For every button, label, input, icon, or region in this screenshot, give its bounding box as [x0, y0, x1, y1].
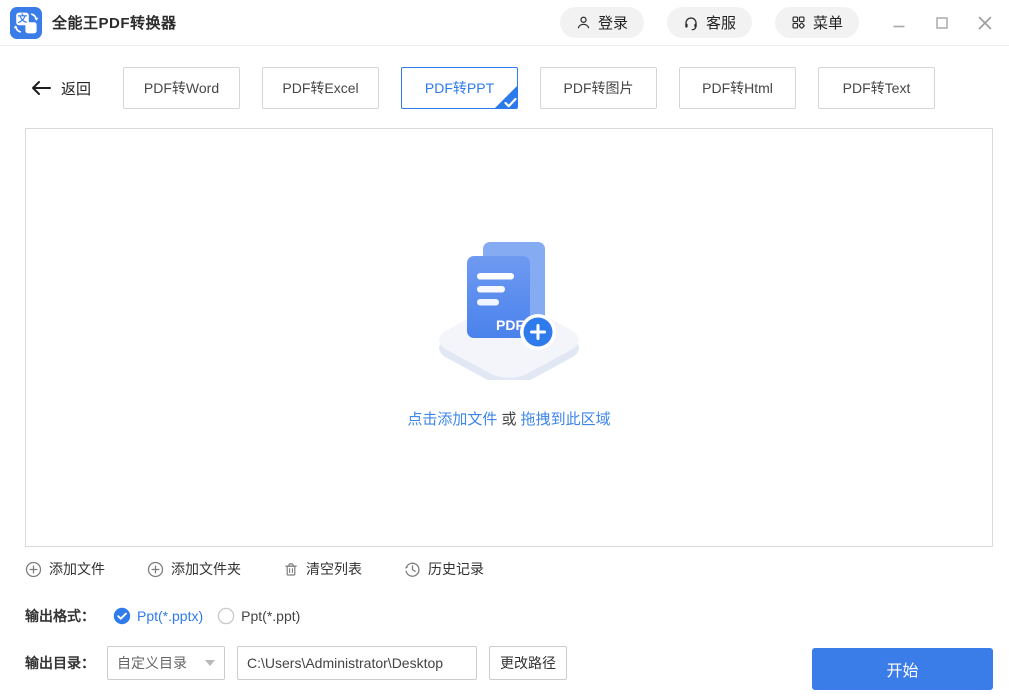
tab-label: PDF转Html — [702, 80, 773, 96]
radio-checked-icon — [113, 607, 131, 625]
title-bar: 文 全能王PDF转换器 登录 客服 菜单 — [0, 0, 1009, 46]
directory-type-value: 自定义目录 — [117, 655, 187, 671]
tab-label: PDF转图片 — [563, 80, 634, 96]
titlebar-actions: 登录 客服 菜单 — [559, 7, 859, 38]
support-label: 客服 — [705, 15, 736, 32]
tab-pdf-to-text[interactable]: PDF转Text — [818, 67, 936, 109]
output-format-row: 输出格式： Ppt(*.pptx) Ppt(*.ppt) — [25, 604, 300, 628]
conversion-tabs: PDF转Word PDF转Excel PDF转PPT PDF转图片 PDF转Ht… — [123, 67, 936, 109]
headset-icon — [685, 16, 697, 30]
tab-label: PDF转PPT — [424, 80, 495, 96]
conversion-nav: 返回 PDF转Word PDF转Excel PDF转PPT PDF转图片 PDF… — [30, 67, 1009, 109]
tab-label: PDF转Word — [143, 80, 220, 96]
history-label: 历史记录 — [428, 561, 484, 577]
or-text: 或 — [497, 411, 521, 428]
back-label: 返回 — [61, 80, 92, 98]
format-option-pptx[interactable]: Ppt(*.pptx) — [113, 607, 203, 625]
history-button[interactable]: 历史记录 — [404, 559, 484, 579]
output-path-input[interactable] — [237, 646, 477, 680]
tab-pdf-to-ppt[interactable]: PDF转PPT — [401, 67, 519, 109]
clear-list-label: 清空列表 — [306, 561, 362, 577]
file-list-toolbar: 添加文件 添加文件夹 清空列表 历史记录 — [25, 559, 484, 579]
tab-label: PDF转Text — [842, 80, 911, 96]
output-directory-label: 输出目录： — [25, 655, 95, 671]
selected-checkmark-icon — [495, 86, 518, 108]
drop-zone-hint[interactable]: 点击添加文件 或 拖拽到此区域 — [407, 408, 610, 429]
drag-here-text: 拖拽到此区域 — [520, 411, 611, 428]
radio-unchecked-icon — [217, 607, 235, 625]
start-button[interactable]: 开始 — [812, 648, 993, 690]
ppt-option-label: Ppt(*.ppt) — [241, 608, 301, 624]
add-folder-button[interactable]: 添加文件夹 — [147, 559, 241, 579]
history-clock-icon — [405, 562, 420, 577]
window-controls — [891, 15, 993, 31]
output-format-label: 输出格式： — [25, 608, 95, 624]
support-button[interactable]: 客服 — [666, 7, 752, 38]
directory-type-select[interactable]: 自定义目录 — [107, 646, 225, 680]
add-file-button[interactable]: 添加文件 — [25, 559, 105, 579]
chevron-down-icon — [205, 660, 215, 666]
login-button[interactable]: 登录 — [559, 7, 644, 38]
change-path-label: 更改路径 — [500, 655, 556, 671]
tab-label: PDF转Excel — [282, 80, 359, 96]
plus-circle-icon — [147, 561, 164, 577]
pptx-option-label: Ppt(*.pptx) — [137, 608, 204, 624]
grid-menu-icon — [792, 16, 805, 29]
plus-circle-icon — [25, 561, 42, 577]
format-option-ppt[interactable]: Ppt(*.ppt) — [217, 607, 300, 625]
click-add-files-link[interactable]: 点击添加文件 — [407, 411, 497, 428]
menu-button[interactable]: 菜单 — [774, 7, 859, 38]
tab-pdf-to-html[interactable]: PDF转Html — [679, 67, 797, 109]
change-path-button[interactable]: 更改路径 — [489, 646, 567, 680]
maximize-button[interactable] — [934, 15, 950, 31]
output-directory-row: 输出目录： 自定义目录 更改路径 — [25, 646, 567, 680]
login-label: 登录 — [597, 15, 628, 32]
user-icon — [577, 16, 590, 29]
tab-pdf-to-image[interactable]: PDF转图片 — [540, 67, 658, 109]
file-drop-zone[interactable]: PDF 点击添加文件 或 拖拽到此区域 — [25, 128, 993, 547]
tab-pdf-to-excel[interactable]: PDF转Excel — [262, 67, 380, 109]
back-arrow-icon — [32, 81, 51, 95]
app-logo-icon: 文 — [10, 6, 42, 39]
menu-label: 菜单 — [812, 15, 843, 32]
trash-icon — [285, 562, 297, 576]
minimize-button[interactable] — [891, 15, 907, 31]
tab-pdf-to-word[interactable]: PDF转Word — [123, 67, 241, 109]
close-button[interactable] — [977, 15, 993, 31]
add-file-label: 添加文件 — [49, 561, 105, 577]
add-pdf-files-icon: PDF — [439, 242, 579, 380]
app-title: 全能王PDF转换器 — [52, 15, 177, 32]
add-folder-label: 添加文件夹 — [171, 561, 241, 577]
back-button[interactable]: 返回 — [30, 78, 91, 99]
clear-list-button[interactable]: 清空列表 — [283, 559, 362, 579]
